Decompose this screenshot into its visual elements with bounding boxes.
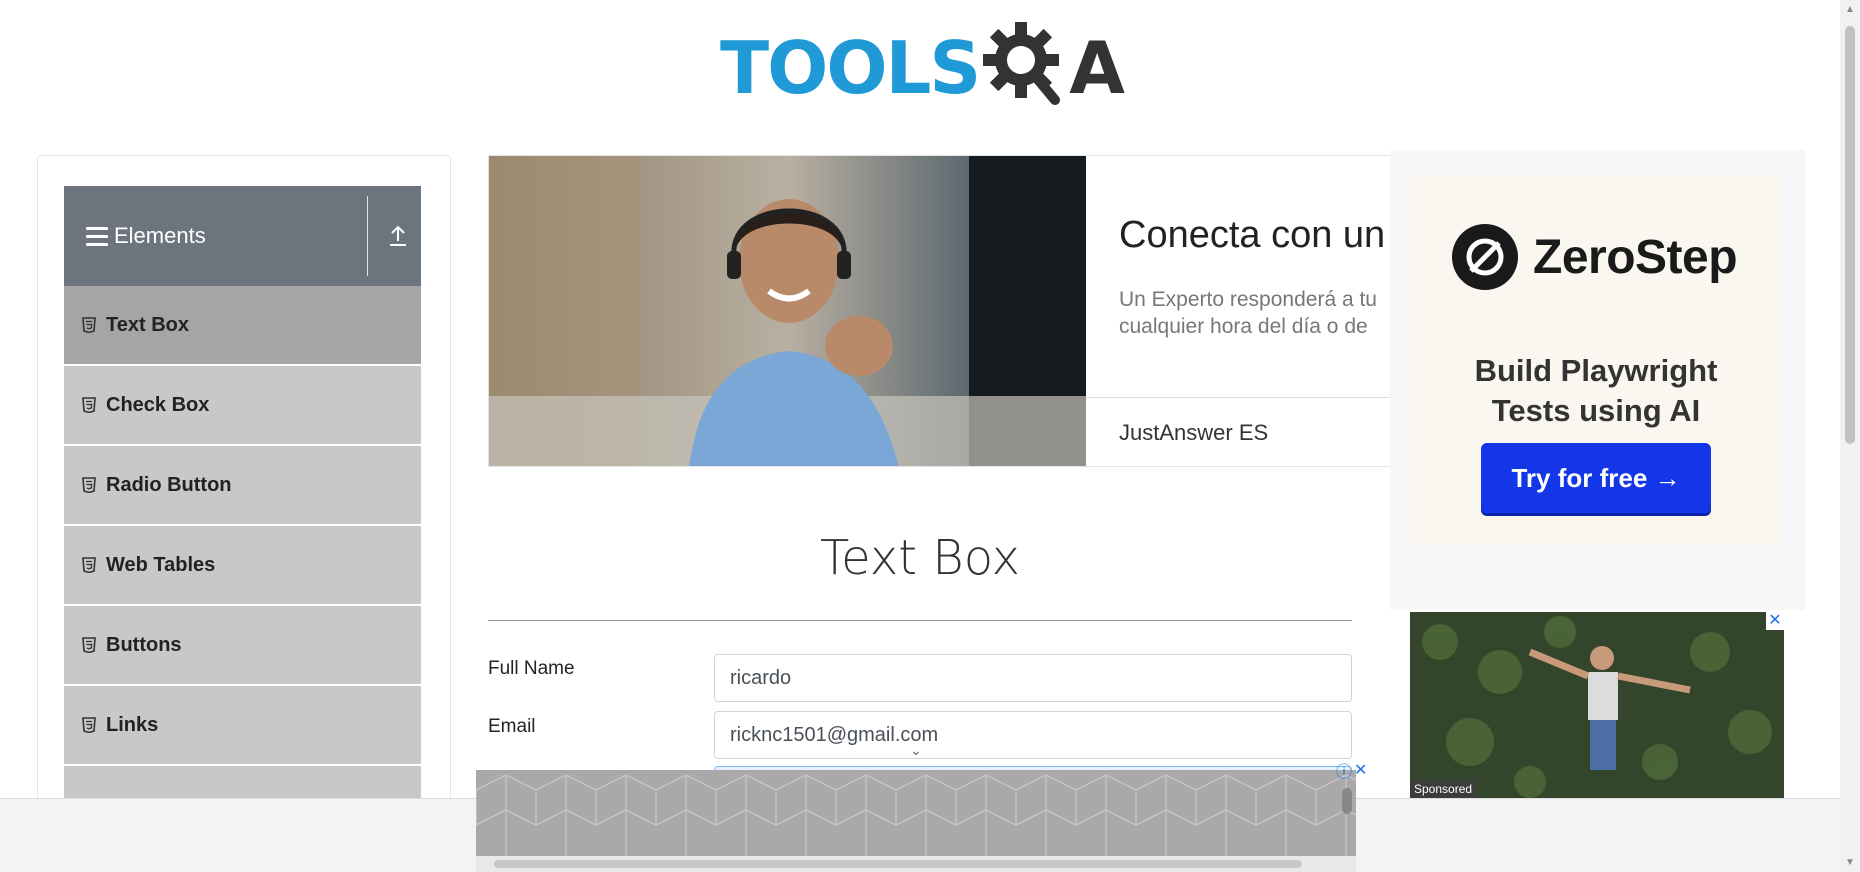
banner-body-line2: cualquier hora del día o de xyxy=(1119,315,1368,338)
zerostep-tagline-line2: Tests using AI xyxy=(1491,393,1701,428)
scrollbar-thumb[interactable] xyxy=(1845,26,1855,444)
banner-body: Un Experto responderá a tu cualquier hor… xyxy=(1119,286,1377,340)
sidebar-item-links[interactable]: Links xyxy=(64,686,421,766)
sidebar-item-radio-button[interactable]: Radio Button xyxy=(64,446,421,526)
bottom-ad-pattern xyxy=(476,770,1356,856)
logo-suffix: A xyxy=(1069,26,1125,110)
email-label: Email xyxy=(488,716,536,737)
title-divider xyxy=(488,620,1352,621)
sponsored-label: Sponsored xyxy=(1410,780,1477,798)
html5-icon xyxy=(82,637,96,653)
sidebar-item-label: Text Box xyxy=(106,313,189,336)
zerostep-ad[interactable]: ZeroStep Build Playwright Tests using AI… xyxy=(1390,150,1805,610)
header-divider xyxy=(367,196,368,276)
page-title: Text Box xyxy=(819,530,1021,586)
sidebar-item-web-tables[interactable]: Web Tables xyxy=(64,526,421,606)
sponsored-ad[interactable]: ✕ Sponsored xyxy=(1410,612,1784,798)
zerostep-logo: ZeroStep xyxy=(1451,223,1738,291)
banner-brand: JustAnswer ES xyxy=(1119,420,1269,445)
zerostep-icon xyxy=(1452,224,1518,290)
ad-close-icon[interactable]: ✕ xyxy=(1766,612,1784,630)
sidebar-item-label: Links xyxy=(106,713,159,736)
sidebar-group-title: Elements xyxy=(114,223,206,248)
sponsored-ad-image xyxy=(1410,612,1784,798)
zerostep-tagline: Build Playwright Tests using AI xyxy=(1411,351,1781,431)
sidebar-group-header[interactable]: Elements xyxy=(64,186,421,286)
toolsqa-logo[interactable]: TOOLS A xyxy=(720,18,1125,118)
collapse-icon[interactable] xyxy=(382,220,414,252)
menu-icon xyxy=(86,226,108,246)
banner-photo xyxy=(489,156,1086,466)
logo-text: TOOLS xyxy=(720,26,981,110)
full-name-label: Full Name xyxy=(488,658,575,679)
sidebar-menu: Text Box Check Box Radio Button Web Tabl… xyxy=(64,286,421,846)
page-scrollbar[interactable]: ▲ ▼ xyxy=(1840,0,1860,872)
ad-choices[interactable]: ⓘ ✕ xyxy=(1336,758,1370,782)
bottom-ad-horizontal-scrollbar[interactable] xyxy=(494,860,1302,868)
zerostep-ad-panel: ZeroStep Build Playwright Tests using AI… xyxy=(1411,175,1781,545)
sidebar-item-label: Check Box xyxy=(106,393,210,416)
banner-body-line1: Un Experto responderá a tu xyxy=(1119,288,1377,311)
bottom-ad-close-icon[interactable]: ✕ xyxy=(1354,760,1367,780)
sidebar-item-buttons[interactable]: Buttons xyxy=(64,606,421,686)
sidebar-item-label: Web Tables xyxy=(106,553,216,576)
scroll-up-icon[interactable]: ▲ xyxy=(1845,4,1855,15)
sidebar-item-label: Radio Button xyxy=(106,473,232,496)
full-name-input[interactable] xyxy=(714,654,1352,702)
sidebar-item-label: Buttons xyxy=(106,633,182,656)
scroll-down-icon[interactable]: ▼ xyxy=(1845,857,1855,868)
sidebar-item-check-box[interactable]: Check Box xyxy=(64,366,421,446)
zerostep-tagline-line1: Build Playwright xyxy=(1474,353,1718,388)
bottom-ad[interactable] xyxy=(476,770,1356,872)
banner-headline: Conecta con un xyxy=(1119,214,1386,256)
html5-icon xyxy=(82,717,96,733)
ad-info-icon[interactable]: ⓘ xyxy=(1336,758,1352,782)
sidebar-item-text-box[interactable]: Text Box xyxy=(64,286,421,366)
gear-magnifier-icon xyxy=(983,22,1061,105)
email-input[interactable] xyxy=(714,711,1352,759)
html5-icon xyxy=(82,317,96,333)
zerostep-brand: ZeroStep xyxy=(1533,230,1738,284)
html5-icon xyxy=(82,557,96,573)
html5-icon xyxy=(82,477,96,493)
banner-ad[interactable]: Conecta con un Un Experto responderá a t… xyxy=(488,155,1393,467)
banner-separator xyxy=(1086,397,1392,398)
page: TOOLS A Elements Text Box Check Box Radi… xyxy=(0,0,1860,872)
autocomplete-chevron-icon: ⌄ xyxy=(910,742,922,758)
bottom-ad-vertical-scrollbar[interactable] xyxy=(1342,788,1352,814)
html5-icon xyxy=(82,397,96,413)
try-for-free-button[interactable]: Try for free → xyxy=(1481,443,1711,513)
